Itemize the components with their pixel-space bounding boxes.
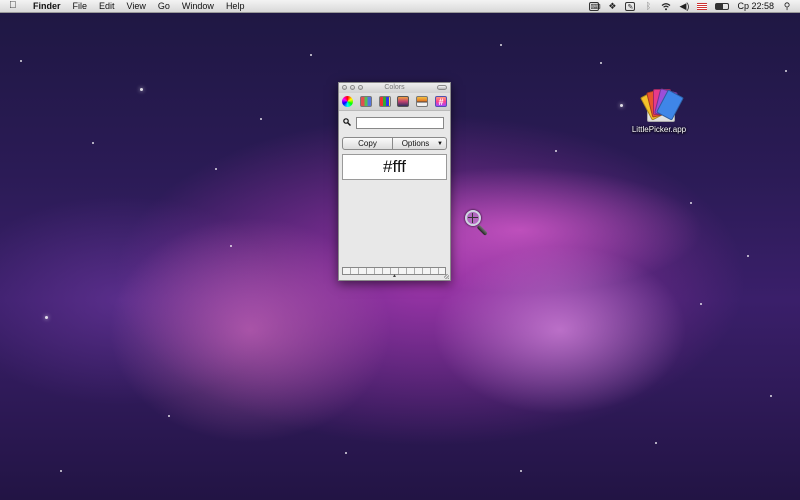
star [45,316,48,319]
star [555,150,557,152]
star [500,44,502,46]
panel-title-bar[interactable]: Colors [339,83,450,93]
resize-grip-icon[interactable] [444,274,449,279]
wifi-icon[interactable] [661,2,671,11]
star [310,54,312,56]
littlepicker-app-icon [639,88,685,122]
menu-file[interactable]: File [73,0,88,12]
crayons-icon[interactable] [416,96,429,107]
menu-view[interactable]: View [127,0,146,12]
volume-icon[interactable]: ◀) [679,1,690,11]
flag-icon[interactable] [697,2,708,10]
bluetooth-icon[interactable]: ᛒ [643,1,653,11]
menu-edit[interactable]: Edit [99,0,115,12]
desktop-icon-label: LittlePicker.app [631,125,687,134]
close-button[interactable] [342,85,347,90]
menu-app-name[interactable]: Finder [33,0,61,12]
menu-go[interactable]: Go [158,0,170,12]
star [620,104,623,107]
spotlight-icon[interactable]: ⚲ [782,1,792,11]
apple-menu-icon[interactable]:  [9,0,19,12]
star [770,395,772,397]
search-row [343,117,446,129]
menu-window[interactable]: Window [182,0,214,12]
color-sliders-icon[interactable] [359,96,372,107]
star [215,168,217,170]
magnifier-cursor-icon [465,210,493,238]
search-icon [343,118,352,128]
star [520,470,522,472]
options-button[interactable]: Options ▼ [393,137,447,150]
action-buttons: Copy Options ▼ [342,137,447,150]
panel-title: Colors [384,84,405,91]
desktop-icon-littlepicker[interactable]: LittlePicker.app [630,88,688,134]
clock[interactable]: Cp 22:58 [737,1,774,11]
notes-icon[interactable]: ✎ [625,1,636,11]
star [20,60,22,62]
chevron-down-icon: ▼ [437,141,443,147]
dropbox-icon[interactable]: ❖ [607,1,617,11]
star [700,303,702,305]
hex-value-display[interactable]: #fff [342,154,447,180]
minimize-button[interactable] [350,85,355,90]
search-input[interactable] [356,117,444,129]
menu-bar:  Finder File Edit View Go Window Help ⌨… [0,0,800,13]
keyboard-icon[interactable]: ⌨ [589,1,601,11]
colors-panel: Colors # Copy Options ▼ #fff ▲ [338,82,451,281]
image-palettes-icon[interactable] [397,96,410,107]
status-area: ⌨ ❖ ✎ ᛒ ◀) Cp 22:58 ⚲ [589,0,792,12]
star [168,415,170,417]
color-palettes-icon[interactable] [378,96,391,107]
toolbar-toggle-button[interactable] [437,85,447,90]
star [785,70,787,72]
swatch-drag-handle-icon[interactable]: ▲ [392,273,397,279]
battery-icon[interactable] [715,2,730,10]
star [230,245,232,247]
star [345,452,347,454]
star [690,202,692,204]
star [60,470,62,472]
star [92,142,94,144]
star [140,88,143,91]
options-label: Options [401,139,430,148]
star [747,255,749,257]
littlepicker-hash-icon[interactable]: # [434,96,447,107]
color-picker-toolbar: # [339,93,450,111]
copy-button[interactable]: Copy [342,137,393,150]
star [260,118,262,120]
star [655,442,657,444]
star [600,62,602,64]
menu-help[interactable]: Help [226,0,245,12]
zoom-button[interactable] [358,85,363,90]
color-wheel-icon[interactable] [342,96,353,107]
